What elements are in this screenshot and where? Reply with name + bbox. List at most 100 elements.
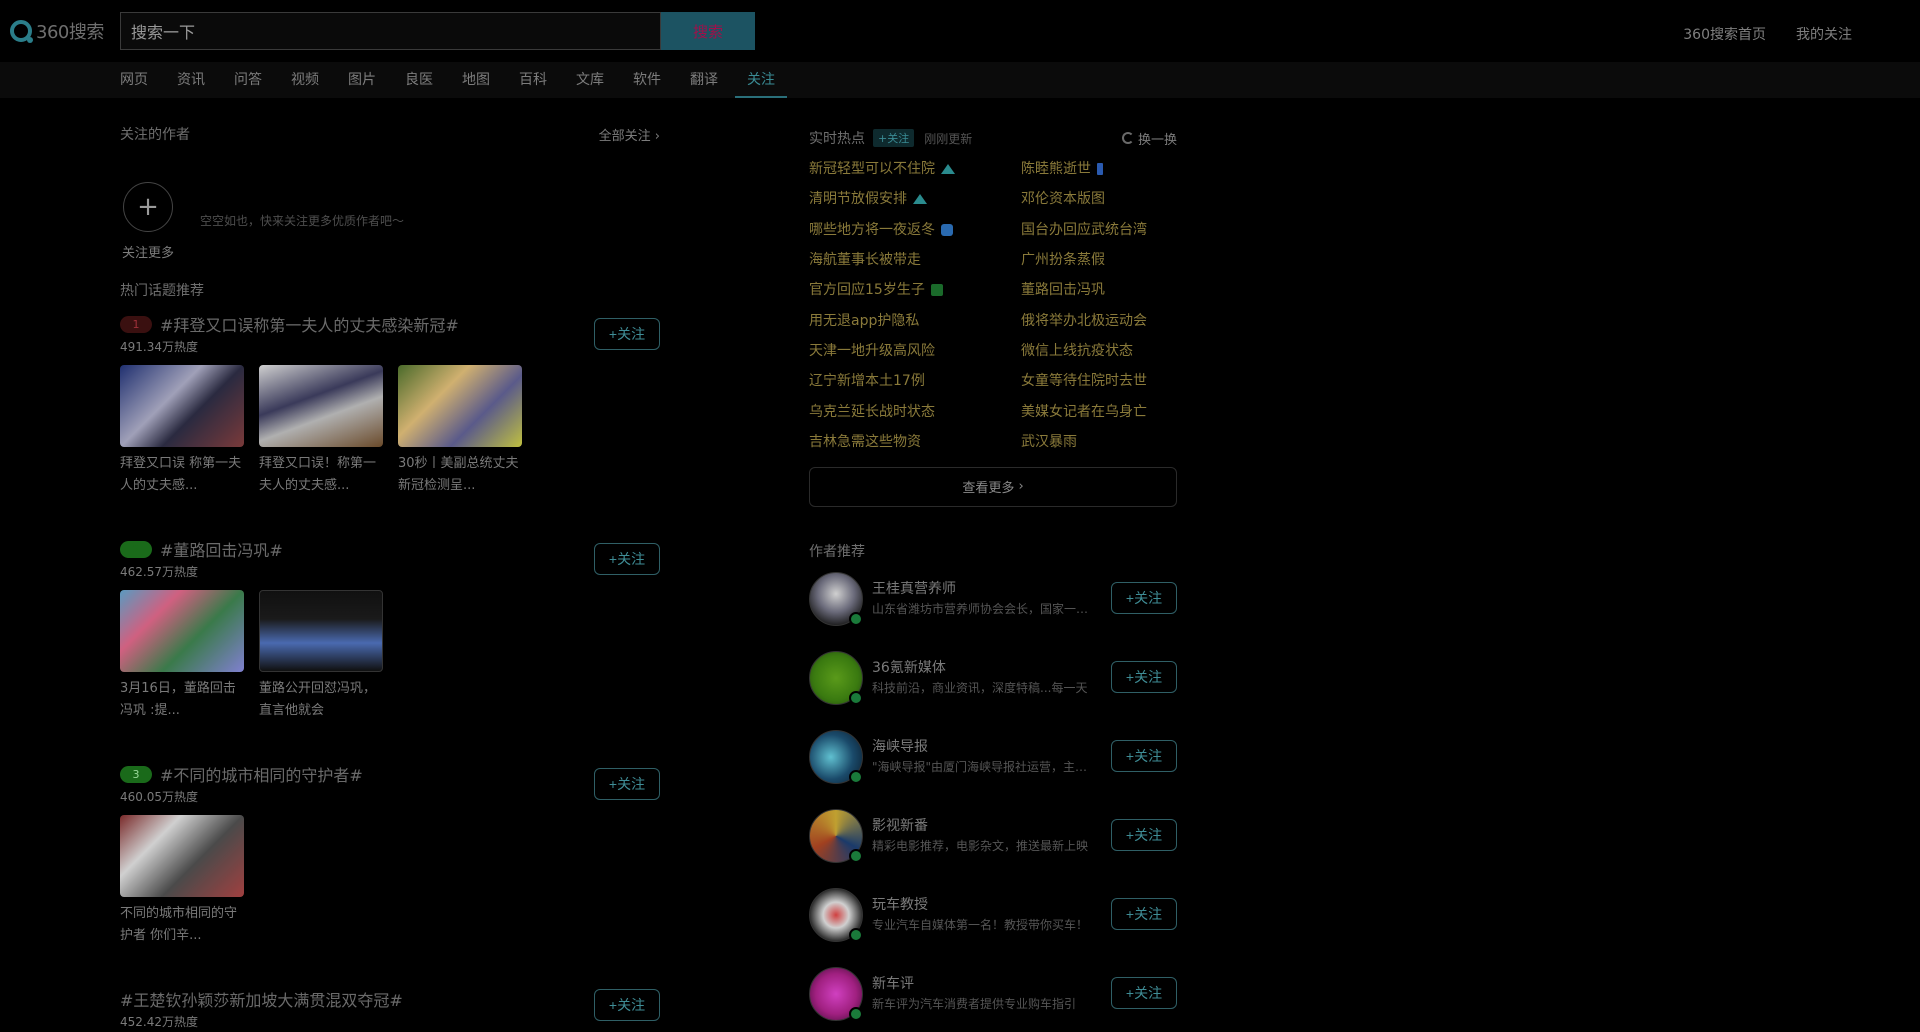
follow-author-button[interactable]: +关注 xyxy=(1111,740,1177,772)
home-link[interactable]: 360搜索首页 xyxy=(1683,24,1766,44)
follow-author-button[interactable]: +关注 xyxy=(1111,582,1177,614)
tab-translate[interactable]: 翻译 xyxy=(690,62,718,98)
hot-item[interactable]: 董路回击冯巩 xyxy=(1021,275,1177,305)
thumb-caption: 拜登又口误 称第一夫人的丈夫感... xyxy=(120,456,242,493)
follow-topic-button[interactable]: +关注 xyxy=(594,989,660,1021)
author-name[interactable]: 影视新番 xyxy=(872,815,928,835)
topic-heat: 452.42万热度 xyxy=(120,1015,198,1029)
follow-author-button[interactable]: +关注 xyxy=(1111,661,1177,693)
follow-author-button[interactable]: +关注 xyxy=(1111,898,1177,930)
tab-baike[interactable]: 百科 xyxy=(519,62,547,98)
hot-item-text: 吉林急需这些物资 xyxy=(809,433,921,450)
hot-item[interactable]: 陈睦熊逝世 xyxy=(1021,154,1177,184)
my-follow-link[interactable]: 我的关注 xyxy=(1796,24,1852,44)
follow-topic-button[interactable]: +关注 xyxy=(594,768,660,800)
hot-item[interactable]: 吉林急需这些物资 xyxy=(809,427,1021,457)
hot-item[interactable]: 海航董事长被带走 xyxy=(809,245,1021,275)
hot-item[interactable]: 国台办回应武统台湾 xyxy=(1021,215,1177,245)
hot-item[interactable]: 微信上线抗疫状态 xyxy=(1021,336,1177,366)
hot-item[interactable]: 邓伦资本版图 xyxy=(1021,184,1177,214)
avatar[interactable] xyxy=(809,967,863,1021)
author-desc: 科技前沿，商业资讯，深度特稿...每一天 xyxy=(872,681,1088,695)
author-name[interactable]: 王桂真营养师 xyxy=(872,578,956,598)
topic-card: 3 #不同的城市相同的守护者# 460.05万热度 +关注 不同的城市相同的守护… xyxy=(120,762,660,947)
hot-list: 新冠轻型可以不住院 陈睦熊逝世 清明节放假安排 邓伦资本版图 哪些地方将一夜返冬… xyxy=(809,154,1177,457)
hot-item[interactable]: 新冠轻型可以不住院 xyxy=(809,154,1021,184)
tab-video[interactable]: 视频 xyxy=(291,62,319,98)
author-name[interactable]: 36氪新媒体 xyxy=(872,657,946,677)
author-name[interactable]: 海峡导报 xyxy=(872,736,928,756)
hot-item-text: 武汉暴雨 xyxy=(1021,433,1077,450)
tab-news[interactable]: 资讯 xyxy=(177,62,205,98)
all-follow-link[interactable]: 全部关注 › xyxy=(599,125,660,144)
tab-wenku[interactable]: 文库 xyxy=(576,62,604,98)
tab-follow[interactable]: 关注 xyxy=(735,62,787,98)
avatar[interactable] xyxy=(809,730,863,784)
header: 360搜索 搜索 360搜索首页 我的关注 xyxy=(0,0,1920,62)
follow-topic-button[interactable]: +关注 xyxy=(594,543,660,575)
candle-icon xyxy=(1097,163,1103,176)
thumb-image xyxy=(398,365,522,447)
search-input[interactable] xyxy=(131,21,660,41)
tab-software[interactable]: 软件 xyxy=(633,62,661,98)
author-name[interactable]: 新车评 xyxy=(872,973,914,993)
hot-item[interactable]: 俄将举办北极运动会 xyxy=(1021,305,1177,335)
follow-author-button[interactable]: +关注 xyxy=(1111,819,1177,851)
realtime-title: 实时热点 xyxy=(809,131,865,147)
rank-badge: 1 xyxy=(120,315,152,333)
realtime-follow-tag[interactable]: +关注 xyxy=(873,129,915,147)
author-desc: "海峡导报"由厦门海峡导报社运营，主要发布 xyxy=(872,760,1097,774)
hot-item[interactable]: 美媒女记者在乌身亡 xyxy=(1021,396,1177,426)
topic-name[interactable]: #董路回击冯巩# xyxy=(160,537,283,561)
hot-item-text: 官方回应15岁生子 xyxy=(809,282,925,299)
hot-item[interactable]: 武汉暴雨 xyxy=(1021,427,1177,457)
author-desc: 新车评为汽车消费者提供专业购车指引 xyxy=(872,997,1077,1011)
add-author-button[interactable]: + xyxy=(123,182,173,232)
author-name[interactable]: 玩车教授 xyxy=(872,894,928,914)
hot-item[interactable]: 女童等待住院时去世 xyxy=(1021,366,1177,396)
thumb-image xyxy=(120,365,244,447)
avatar[interactable] xyxy=(809,809,863,863)
topic-heat: 460.05万热度 xyxy=(120,790,198,804)
topic-thumb[interactable]: 董路公开回怼冯巩，直言他就会 xyxy=(259,590,383,722)
search-box[interactable] xyxy=(120,12,661,50)
plus-icon: + xyxy=(137,192,159,222)
search-button[interactable]: 搜索 xyxy=(661,12,755,50)
avatar[interactable] xyxy=(809,651,863,705)
hot-item[interactable]: 哪些地方将一夜返冬 xyxy=(809,215,1021,245)
topic-thumb[interactable]: 拜登又口误 称第一夫人的丈夫感... xyxy=(120,365,244,497)
hot-item-text: 新冠轻型可以不住院 xyxy=(809,161,935,178)
topic-name[interactable]: #王楚钦孙颖莎新加坡大满贯混双夺冠# xyxy=(120,987,403,1011)
hot-item[interactable]: 天津一地升级高风险 xyxy=(809,336,1021,366)
tab-qa[interactable]: 问答 xyxy=(234,62,262,98)
hot-item[interactable]: 用无退app护隐私 xyxy=(809,305,1021,335)
refresh-icon xyxy=(1121,132,1134,144)
topic-thumb[interactable]: 30秒丨美副总统丈夫新冠检测呈... xyxy=(398,365,522,497)
refresh-button[interactable]: 换一换 xyxy=(1121,129,1177,148)
tab-map[interactable]: 地图 xyxy=(462,62,490,98)
see-more-button[interactable]: 查看更多 › xyxy=(809,466,1177,507)
tab-doctor[interactable]: 良医 xyxy=(405,62,433,98)
add-author-label[interactable]: 关注更多 xyxy=(122,242,174,261)
topic-thumb[interactable]: 不同的城市相同的守护者 你们辛... xyxy=(120,815,244,947)
avatar[interactable] xyxy=(809,572,863,626)
tab-images[interactable]: 图片 xyxy=(348,62,376,98)
follow-topic-button[interactable]: +关注 xyxy=(594,318,660,350)
hot-item[interactable]: 清明节放假安排 xyxy=(809,184,1021,214)
verified-icon xyxy=(849,1007,863,1021)
hot-item[interactable]: 广州扮条蒸假 xyxy=(1021,245,1177,275)
follow-author-button[interactable]: +关注 xyxy=(1111,977,1177,1009)
logo[interactable]: 360搜索 xyxy=(10,18,104,44)
hot-item[interactable]: 官方回应15岁生子 xyxy=(809,275,1021,305)
thumb-caption: 30秒丨美副总统丈夫新冠检测呈... xyxy=(398,456,519,493)
hot-item[interactable]: 乌克兰延长战时状态 xyxy=(809,396,1021,426)
hot-item-text: 董路回击冯巩 xyxy=(1021,282,1105,299)
topic-thumb[interactable]: 3月16日，董路回击冯巩 :提... xyxy=(120,590,244,722)
tab-web[interactable]: 网页 xyxy=(120,62,148,98)
hot-item[interactable]: 辽宁新增本土17例 xyxy=(809,366,1021,396)
topic-name[interactable]: #不同的城市相同的守护者# xyxy=(160,762,363,786)
topic-thumb[interactable]: 拜登又口误！称第一夫人的丈夫感... xyxy=(259,365,383,497)
realtime-hot-section: 实时热点 +关注 刚刚更新 换一换 新冠轻型可以不住院 陈睦熊逝世 清明节放假安… xyxy=(809,124,1177,507)
avatar[interactable] xyxy=(809,888,863,942)
topic-name[interactable]: #拜登又口误称第一夫人的丈夫感染新冠# xyxy=(160,312,459,336)
